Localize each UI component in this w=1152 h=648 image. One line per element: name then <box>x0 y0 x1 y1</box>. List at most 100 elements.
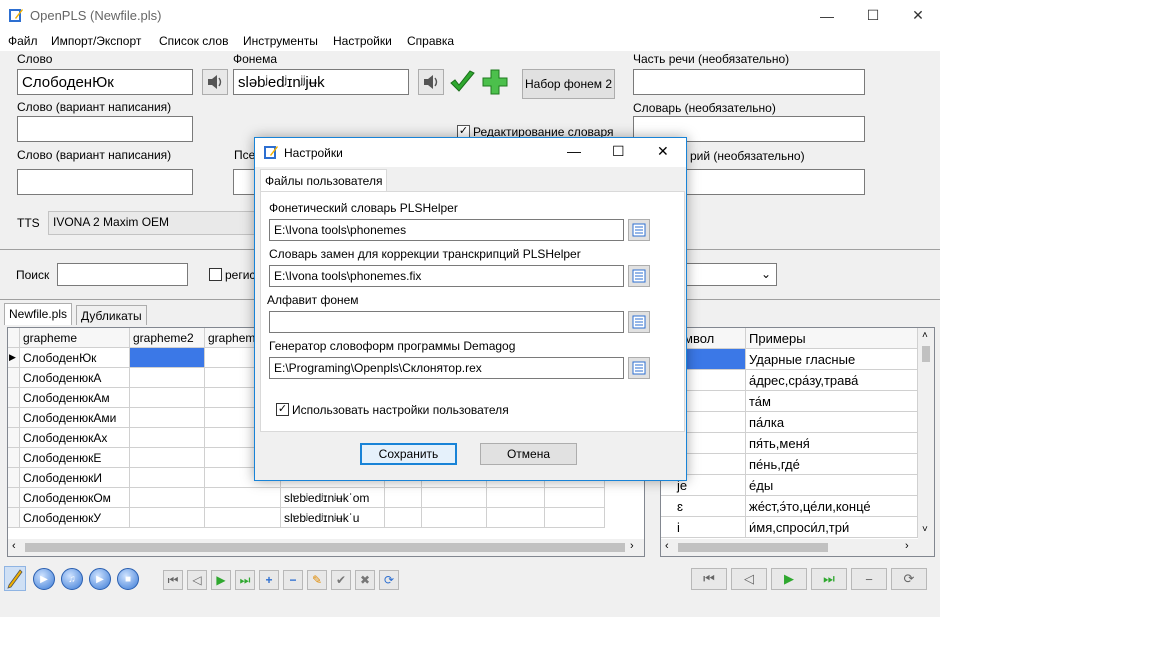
row-header[interactable] <box>8 388 20 408</box>
menu-import-export[interactable]: Импорт/Экспорт <box>51 34 141 48</box>
symbol-cell[interactable]: ɛ <box>661 496 746 517</box>
phon-refresh-button[interactable]: ⟳ <box>891 568 927 590</box>
phon-last-button[interactable]: ⏭ <box>811 568 847 590</box>
tab-user-files[interactable]: Файлы пользователя <box>260 169 388 192</box>
browse-button-1[interactable] <box>628 219 650 241</box>
example-cell[interactable]: та́м <box>746 391 918 412</box>
cancel-button[interactable]: Отмена <box>480 443 577 465</box>
horizontal-scrollbar[interactable]: ‹ › <box>8 539 644 556</box>
edit-mode-button[interactable] <box>4 566 26 591</box>
grapheme2-cell[interactable] <box>130 468 205 488</box>
speak-phoneme-button[interactable] <box>418 69 444 95</box>
menu-file[interactable]: Файл <box>8 34 38 48</box>
grapheme3-cell[interactable] <box>205 488 281 508</box>
extra-cell[interactable] <box>545 508 605 528</box>
phon-prev-button[interactable]: ◁ <box>731 568 767 590</box>
grapheme-cell[interactable]: СлободенюкА <box>20 368 130 388</box>
scroll-right-icon[interactable]: › <box>905 540 909 552</box>
delete-record-button[interactable]: − <box>283 570 303 590</box>
word-input[interactable]: СлободенЮк <box>17 69 193 95</box>
scroll-thumb[interactable] <box>25 543 625 552</box>
phoneme-input[interactable]: sləbʲedʲɪnʲʲjʉk <box>233 69 409 95</box>
menu-settings[interactable]: Настройки <box>333 34 392 48</box>
example-cell[interactable]: Ударные гласные <box>746 349 918 370</box>
scroll-down-icon[interactable]: ˅ <box>922 524 928 535</box>
play-button[interactable]: ▶ <box>33 568 55 590</box>
grapheme2-cell[interactable] <box>130 428 205 448</box>
extra-cell[interactable] <box>545 488 605 508</box>
add-button[interactable] <box>481 68 509 96</box>
extra-cell[interactable] <box>422 508 487 528</box>
grapheme-cell[interactable]: СлободенюкАх <box>20 428 130 448</box>
grapheme2-cell[interactable] <box>130 508 205 528</box>
phon-delete-button[interactable]: − <box>851 568 887 590</box>
phoneme-cell[interactable]: slɐbʲedʲɪnʲʉkˈom <box>281 488 385 508</box>
alphabet-input[interactable] <box>269 311 624 333</box>
minimize-button[interactable]: — <box>804 0 850 31</box>
phoneme-cell[interactable]: slɐbʲedʲɪnʲʉkˈu <box>281 508 385 528</box>
tts-select[interactable]: IVONA 2 Maxim OEM <box>48 211 268 235</box>
phon-next-button[interactable]: ▶ <box>771 568 807 590</box>
grapheme-cell[interactable]: СлободенюкАм <box>20 388 130 408</box>
example-cell[interactable]: и́мя,спроси́л,три́ <box>746 517 918 538</box>
comment-input[interactable] <box>686 169 865 195</box>
phon-first-button[interactable]: ⏮ <box>691 568 727 590</box>
edit-record-button[interactable]: ✎ <box>307 570 327 590</box>
column-header[interactable]: Примеры <box>746 328 918 349</box>
grapheme-cell[interactable]: СлободенюкАми <box>20 408 130 428</box>
horizontal-scrollbar[interactable]: ‹ › <box>661 539 934 556</box>
example-cell[interactable]: па́лка <box>746 412 918 433</box>
example-cell[interactable]: же́ст,э́то,це́ли,конце́ <box>746 496 918 517</box>
example-cell[interactable]: пя́ть,меня́ <box>746 433 918 454</box>
row-header[interactable] <box>8 408 20 428</box>
grapheme-cell[interactable]: СлободенЮк <box>20 348 130 368</box>
row-header[interactable] <box>8 448 20 468</box>
music-button[interactable]: ♫ <box>61 568 83 590</box>
fix-dict-input[interactable]: E:\Ivona tools\phonemes.fix <box>269 265 624 287</box>
grapheme-cell[interactable]: СлободенюкУ <box>20 508 130 528</box>
extra-cell[interactable] <box>487 488 545 508</box>
grapheme2-cell[interactable] <box>130 348 205 368</box>
row-header[interactable] <box>8 368 20 388</box>
scroll-left-icon[interactable]: ‹ <box>12 540 16 552</box>
apply-button[interactable]: ✔ <box>331 570 351 590</box>
use-user-settings-checkbox[interactable]: ✓ <box>276 403 289 416</box>
extra-cell[interactable] <box>422 488 487 508</box>
column-header[interactable]: grapheme2 <box>130 328 205 348</box>
phonetic-dict-input[interactable]: E:\Ivona tools\phonemes <box>269 219 624 241</box>
grapheme2-cell[interactable] <box>130 448 205 468</box>
browse-button-2[interactable] <box>628 265 650 287</box>
phoneme-set-button[interactable]: Набор фонем 2 <box>522 69 615 99</box>
maximize-button[interactable]: ☐ <box>850 0 896 31</box>
row-header[interactable] <box>8 508 20 528</box>
next-record-button[interactable]: ▶ <box>211 570 231 590</box>
symbol-cell[interactable]: i <box>661 517 746 538</box>
cancel-edit-button[interactable]: ✖ <box>355 570 375 590</box>
search-input[interactable] <box>57 263 188 286</box>
dialog-minimize-button[interactable]: — <box>567 143 581 159</box>
scroll-right-icon[interactable]: › <box>630 540 634 552</box>
grapheme3-cell[interactable] <box>205 508 281 528</box>
add-record-button[interactable]: + <box>259 570 279 590</box>
scroll-left-icon[interactable]: ‹ <box>665 540 669 552</box>
example-cell[interactable]: а́дрес,сра́зу,трава́ <box>746 370 918 391</box>
tab-duplicates[interactable]: Дубликаты <box>76 305 147 325</box>
scroll-up-icon[interactable]: ˄ <box>922 330 928 341</box>
row-header[interactable] <box>8 488 20 508</box>
variant2-input[interactable] <box>17 169 193 195</box>
grapheme2-cell[interactable] <box>130 488 205 508</box>
save-button[interactable]: Сохранить <box>360 443 457 465</box>
vertical-scrollbar[interactable]: ˄ ˅ <box>918 328 934 539</box>
example-cell[interactable]: пе́нь,где́ <box>746 454 918 475</box>
case-checkbox[interactable] <box>209 268 222 281</box>
extra-cell[interactable] <box>487 508 545 528</box>
speak-word-button[interactable] <box>202 69 228 95</box>
confirm-button[interactable] <box>448 68 476 96</box>
generator-input[interactable]: E:\Programing\Openpls\Склонятор.rex <box>269 357 624 379</box>
grapheme-cell[interactable]: СлободенюкЕ <box>20 448 130 468</box>
variant1-input[interactable] <box>17 116 193 142</box>
refresh-button[interactable]: ⟳ <box>379 570 399 590</box>
menu-help[interactable]: Справка <box>407 34 454 48</box>
menu-word-list[interactable]: Список слов <box>159 34 228 48</box>
browse-button-4[interactable] <box>628 357 650 379</box>
